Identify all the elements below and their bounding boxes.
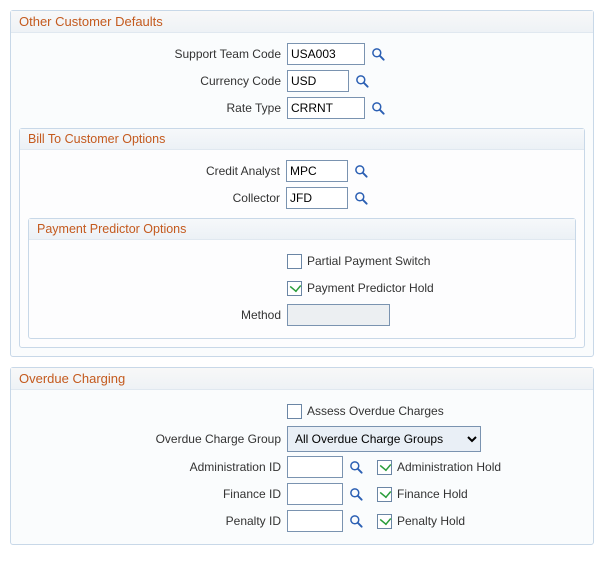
finance-hold-label: Finance Hold [397, 487, 468, 501]
bill-to-customer-options-title: Bill To Customer Options [20, 129, 584, 150]
penalty-id-input[interactable] [287, 510, 343, 532]
payment-predictor-hold-label: Payment Predictor Hold [307, 281, 434, 295]
currency-code-input[interactable] [287, 70, 349, 92]
method-label: Method [37, 308, 287, 322]
finance-id-input[interactable] [287, 483, 343, 505]
partial-payment-switch-checkbox[interactable] [287, 254, 302, 269]
credit-analyst-input[interactable] [286, 160, 348, 182]
search-icon[interactable] [352, 189, 370, 207]
administration-id-input[interactable] [287, 456, 343, 478]
method-input[interactable] [287, 304, 390, 326]
search-icon[interactable] [353, 72, 371, 90]
administration-hold-label: Administration Hold [397, 460, 501, 474]
search-icon[interactable] [352, 162, 370, 180]
assess-overdue-charges-label: Assess Overdue Charges [307, 404, 444, 418]
support-team-code-label: Support Team Code [19, 47, 287, 61]
payment-predictor-options-title: Payment Predictor Options [29, 219, 575, 240]
penalty-hold-label: Penalty Hold [397, 514, 465, 528]
overdue-charge-group-label: Overdue Charge Group [19, 432, 287, 446]
administration-id-label: Administration ID [19, 460, 287, 474]
search-icon[interactable] [347, 512, 365, 530]
administration-hold-checkbox[interactable] [377, 460, 392, 475]
penalty-id-label: Penalty ID [19, 514, 287, 528]
bill-to-customer-options-group: Bill To Customer Options Credit Analyst … [19, 128, 585, 348]
assess-overdue-charges-checkbox[interactable] [287, 404, 302, 419]
overdue-charging-title: Overdue Charging [11, 368, 593, 390]
rate-type-label: Rate Type [19, 101, 287, 115]
currency-code-label: Currency Code [19, 74, 287, 88]
other-customer-defaults-title: Other Customer Defaults [11, 11, 593, 33]
search-icon[interactable] [369, 45, 387, 63]
rate-type-input[interactable] [287, 97, 365, 119]
credit-analyst-label: Credit Analyst [28, 164, 286, 178]
payment-predictor-hold-checkbox[interactable] [287, 281, 302, 296]
payment-predictor-options-group: Payment Predictor Options Partial Paymen… [28, 218, 576, 339]
search-icon[interactable] [347, 485, 365, 503]
support-team-code-input[interactable] [287, 43, 365, 65]
search-icon[interactable] [347, 458, 365, 476]
collector-input[interactable] [286, 187, 348, 209]
search-icon[interactable] [369, 99, 387, 117]
overdue-charging-group: Overdue Charging Assess Overdue Charges … [10, 367, 594, 545]
overdue-charge-group-select[interactable]: All Overdue Charge Groups [287, 426, 481, 452]
finance-hold-checkbox[interactable] [377, 487, 392, 502]
other-customer-defaults-group: Other Customer Defaults Support Team Cod… [10, 10, 594, 357]
penalty-hold-checkbox[interactable] [377, 514, 392, 529]
finance-id-label: Finance ID [19, 487, 287, 501]
partial-payment-switch-label: Partial Payment Switch [307, 254, 430, 268]
collector-label: Collector [28, 191, 286, 205]
